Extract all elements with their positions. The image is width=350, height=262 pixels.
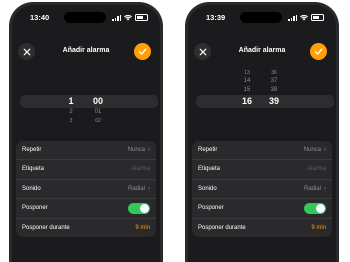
snooze-duration-row[interactable]: Posponer durante 9 min <box>192 219 332 237</box>
wifi-icon <box>124 14 132 20</box>
battery-icon <box>311 14 324 21</box>
time-picker[interactable]: 13 14 15 16 36 37 38 39 <box>188 69 336 127</box>
hour-option[interactable]: 3 <box>62 118 80 124</box>
chevron-right-icon: › <box>148 185 150 192</box>
checkmark-icon <box>314 48 323 55</box>
snooze-row: Posponer <box>192 199 332 219</box>
row-value: Radial <box>303 185 321 192</box>
row-value: Nunca <box>303 147 321 153</box>
checkmark-icon <box>138 48 147 55</box>
status-bar: 13:39 <box>188 11 336 25</box>
minute-option[interactable]: 39 <box>263 96 285 106</box>
repeat-row[interactable]: Repetir Nunca › <box>192 141 332 161</box>
hour-wheel[interactable]: 1 2 3 <box>62 69 80 127</box>
chevron-right-icon: › <box>148 147 150 153</box>
status-time: 13:40 <box>30 13 50 22</box>
status-icons <box>288 14 324 21</box>
row-value: 9 min <box>311 224 326 231</box>
label-input[interactable]: Alarma <box>131 166 150 172</box>
cellular-signal-icon <box>112 14 121 21</box>
chevron-right-icon: › <box>324 147 326 153</box>
label-row[interactable]: Etiqueta Alarma <box>192 160 332 180</box>
row-label: Posponer durante <box>198 224 246 231</box>
chevron-right-icon: › <box>324 185 326 192</box>
label-input[interactable]: Alarma <box>307 166 326 172</box>
phone-screen-right: 13:39 Añadir alarma 13 14 15 16 36 37 38… <box>185 2 339 262</box>
hour-option[interactable]: 16 <box>238 96 256 106</box>
row-label: Etiqueta <box>198 166 221 173</box>
row-label: Posponer durante <box>22 224 70 231</box>
row-label: Sonido <box>198 185 217 192</box>
hour-option[interactable]: 14 <box>238 78 256 84</box>
row-value: Radial <box>127 185 145 192</box>
minute-wheel[interactable]: 00 01 02 <box>87 69 109 127</box>
row-label: Repetir <box>22 147 42 153</box>
sound-value-group: Radial › <box>304 186 326 192</box>
status-time: 13:39 <box>206 13 226 22</box>
label-row[interactable]: Etiqueta Alarma <box>16 160 156 180</box>
sound-row[interactable]: Sonido Radial › <box>192 180 332 200</box>
status-icons <box>112 14 148 21</box>
alarm-settings-list: Repetir Nunca › Etiqueta Alarma Sonido Ra… <box>192 141 332 237</box>
row-value: 9 min <box>135 224 150 231</box>
sound-value-group: Radial › <box>128 186 150 192</box>
snooze-duration-row[interactable]: Posponer durante 9 min <box>16 219 156 237</box>
cellular-signal-icon <box>288 14 297 21</box>
row-value: Nunca <box>127 147 145 153</box>
hour-option[interactable]: 1 <box>62 96 80 106</box>
row-label: Sonido <box>22 185 41 192</box>
confirm-button[interactable] <box>310 43 327 60</box>
minute-wheel[interactable]: 36 37 38 39 <box>263 69 285 127</box>
minute-option[interactable]: 00 <box>87 96 109 106</box>
alarm-settings-list: Repetir Nunca › Etiqueta Alarma Sonido Ra… <box>16 141 156 237</box>
nav-bar: Añadir alarma <box>188 39 336 63</box>
hour-option[interactable]: 13 <box>238 70 256 76</box>
row-label: Posponer <box>22 205 48 212</box>
snooze-toggle[interactable] <box>128 202 150 214</box>
sound-row[interactable]: Sonido Radial › <box>16 180 156 200</box>
row-label: Repetir <box>198 147 218 153</box>
hour-option[interactable]: 15 <box>238 87 256 93</box>
hour-wheel[interactable]: 13 14 15 16 <box>238 69 256 127</box>
status-bar: 13:40 <box>12 11 160 25</box>
minute-option[interactable]: 38 <box>263 87 285 93</box>
time-picker[interactable]: 1 2 3 00 01 02 <box>12 69 160 127</box>
hour-option[interactable]: 2 <box>62 109 80 115</box>
row-label: Etiqueta <box>22 166 45 173</box>
minute-option[interactable]: 01 <box>87 109 109 115</box>
dynamic-island <box>240 12 282 23</box>
minute-option[interactable]: 36 <box>263 70 285 76</box>
dynamic-island <box>64 12 106 23</box>
repeat-value-group: Nunca › <box>304 147 326 153</box>
nav-bar: Añadir alarma <box>12 39 160 63</box>
snooze-row: Posponer <box>16 199 156 219</box>
phone-screen-left: 13:40 Añadir alarma 1 2 3 00 01 02 Repet… <box>9 2 163 262</box>
minute-option[interactable]: 37 <box>263 78 285 84</box>
confirm-button[interactable] <box>134 43 151 60</box>
repeat-value-group: Nunca › <box>128 147 150 153</box>
row-label: Posponer <box>198 205 224 212</box>
snooze-toggle[interactable] <box>304 202 326 214</box>
battery-icon <box>135 14 148 21</box>
minute-option[interactable]: 02 <box>87 118 109 124</box>
repeat-row[interactable]: Repetir Nunca › <box>16 141 156 161</box>
wifi-icon <box>300 14 308 20</box>
